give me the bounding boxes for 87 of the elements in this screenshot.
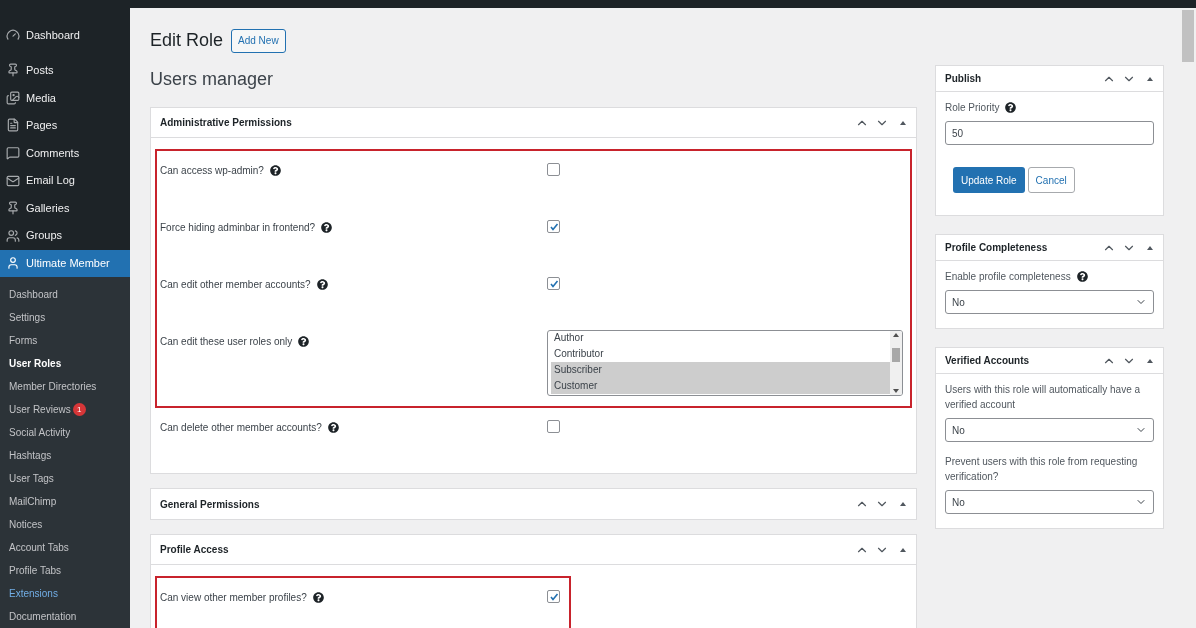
checkbox[interactable]: [547, 220, 560, 233]
sidebar-item[interactable]: Posts: [0, 56, 130, 85]
scroll-up-icon[interactable]: [893, 333, 899, 337]
toggle-icon[interactable]: [1146, 357, 1154, 364]
field-label: Role Priority: [945, 101, 1000, 115]
listbox-option[interactable]: Contributor: [551, 346, 890, 362]
submenu-item[interactable]: User Reviews 1: [0, 398, 130, 422]
toggle-icon[interactable]: [899, 546, 907, 553]
submenu-item[interactable]: Social Activity: [0, 421, 130, 445]
select-field[interactable]: No: [945, 490, 1154, 514]
menu-icon: [6, 27, 20, 42]
panel-title: Publish: [945, 72, 982, 86]
sidebar-item[interactable]: Email Log: [0, 166, 130, 195]
submenu-item[interactable]: Account Tabs: [0, 536, 130, 560]
panel-title: Administrative Permissions: [160, 116, 292, 130]
submenu-item[interactable]: Settings: [0, 306, 130, 330]
submenu-item[interactable]: Extensions: [0, 582, 130, 606]
menu-icon: [6, 173, 20, 188]
scroll-thumb[interactable]: [1182, 10, 1194, 62]
field-label: Force hiding adminbar in frontend?: [160, 221, 316, 235]
field-label: Can view other member profiles?: [160, 591, 307, 605]
menu-icon: [6, 228, 20, 243]
field-label: Can edit these user roles only: [160, 335, 293, 349]
sidebar-item[interactable]: Media: [0, 84, 130, 112]
sidebar-item[interactable]: Ultimate Member: [0, 249, 130, 278]
field-label: Can access wp-admin?: [160, 164, 264, 178]
toggle-icon[interactable]: [1146, 244, 1154, 251]
checkbox[interactable]: [547, 277, 560, 290]
help-icon[interactable]: [1076, 271, 1088, 282]
sidebar-item[interactable]: Galleries: [0, 194, 130, 222]
field-label: Can delete other member accounts?: [160, 421, 322, 435]
panel-title: Profile Completeness: [945, 241, 1048, 255]
submenu-item[interactable]: Member Directories: [0, 375, 130, 399]
panel-title: Profile Access: [160, 543, 229, 557]
menu-icon: [6, 256, 20, 271]
select-field[interactable]: No: [945, 290, 1154, 314]
field-label: Enable profile completeness: [945, 270, 1071, 284]
menu-icon: [6, 118, 20, 133]
help-icon[interactable]: [298, 336, 310, 347]
sidebar-item[interactable]: Groups: [0, 221, 130, 250]
page-title: Edit Role: [150, 29, 224, 52]
help-icon[interactable]: [321, 222, 333, 233]
menu-icon: [6, 63, 20, 78]
sidebar-item[interactable]: Comments: [0, 139, 130, 167]
menu-icon: [6, 90, 20, 105]
submenu-item[interactable]: MailChimp: [0, 490, 130, 514]
field-label: Users with this role will automatically have a verified account: [945, 383, 1142, 412]
sidebar-item[interactable]: Pages: [0, 111, 130, 140]
checkbox[interactable]: [547, 590, 560, 603]
submenu-item[interactable]: Documentation: [0, 605, 130, 628]
listbox-option[interactable]: Author: [551, 331, 890, 346]
submenu-item[interactable]: Notices: [0, 513, 130, 537]
cancel-button[interactable]: Cancel: [1027, 167, 1075, 193]
toggle-icon[interactable]: [899, 501, 907, 507]
help-icon[interactable]: [312, 592, 324, 603]
checkbox[interactable]: [547, 420, 560, 433]
submenu-item[interactable]: Forms: [0, 329, 130, 353]
listbox-option[interactable]: Customer: [551, 378, 890, 394]
count-badge: 1: [72, 403, 86, 417]
submenu-item[interactable]: Hashtags: [0, 444, 130, 468]
menu-icon: [6, 201, 20, 216]
help-icon[interactable]: [1005, 102, 1017, 113]
toggle-icon[interactable]: [1146, 75, 1154, 82]
field-label: Can edit other member accounts?: [160, 278, 311, 292]
select-field[interactable]: No: [945, 418, 1154, 442]
priority-field[interactable]: 50: [945, 121, 1154, 145]
submenu-item[interactable]: User Roles: [0, 352, 130, 376]
submenu-item[interactable]: Dashboard: [0, 283, 130, 307]
menu-icon: [6, 146, 20, 161]
sidebar-item[interactable]: Dashboard: [0, 21, 130, 49]
help-icon[interactable]: [327, 422, 339, 433]
toggle-icon[interactable]: [899, 119, 907, 126]
panel-title: Verified Accounts: [945, 354, 1030, 368]
help-icon[interactable]: [269, 165, 281, 176]
panel-title: General Permissions: [160, 497, 260, 512]
listbox-option[interactable]: Subscriber: [551, 362, 890, 378]
submenu-item[interactable]: Profile Tabs: [0, 559, 130, 583]
scroll-thumb[interactable]: [892, 348, 900, 362]
checkbox[interactable]: [547, 163, 560, 176]
scroll-down-icon[interactable]: [893, 389, 899, 393]
update-role-button[interactable]: Update Role: [953, 167, 1025, 193]
submenu-item[interactable]: User Tags: [0, 467, 130, 491]
role-name: Users manager: [150, 68, 275, 91]
add-new-button[interactable]: Add New: [231, 28, 286, 53]
role-listbox[interactable]: Author Contributor Subscriber Customer: [547, 330, 903, 396]
field-label: Prevent users with this role from requesting verification?: [945, 455, 1139, 484]
help-icon[interactable]: [316, 279, 328, 290]
